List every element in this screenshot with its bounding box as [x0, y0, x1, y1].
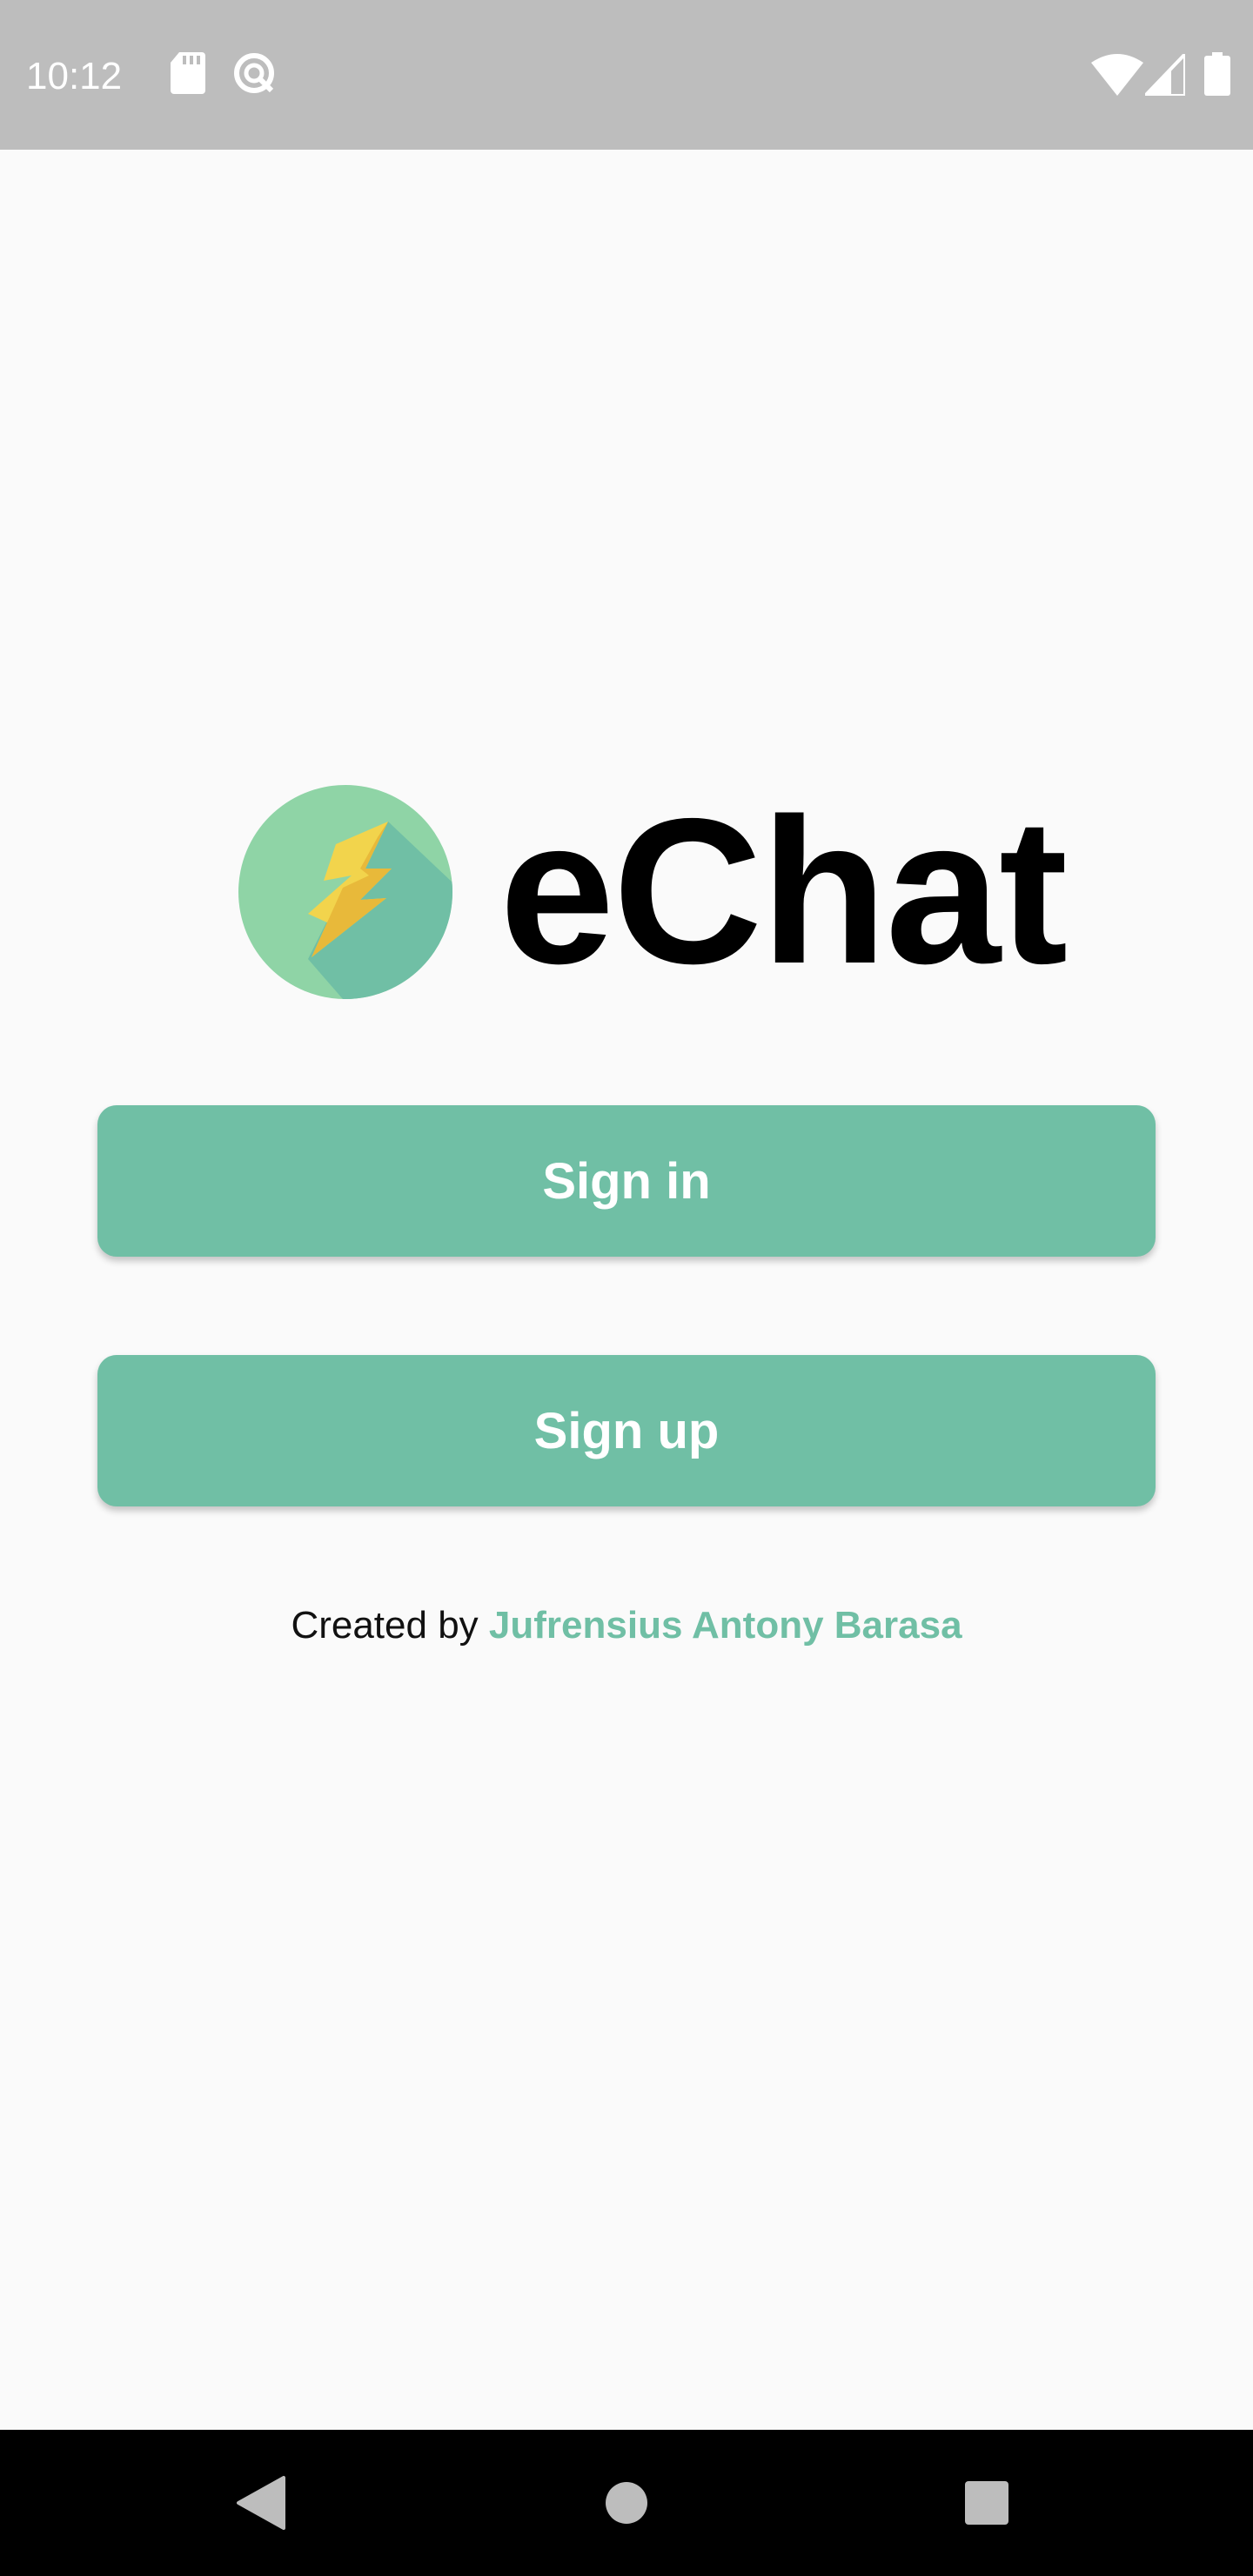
system-nav-bar [0, 2430, 1253, 2576]
sign-in-button[interactable]: Sign in [97, 1105, 1156, 1257]
credit-prefix: Created by [291, 1604, 479, 1647]
app-logo: eChat [238, 785, 1068, 999]
sign-in-label: Sign in [542, 1152, 711, 1210]
sign-up-button[interactable]: Sign up [97, 1355, 1156, 1506]
credit-line: Created by Jufrensius Antony Barasa [0, 1600, 1253, 1652]
recents-icon [965, 2481, 1008, 2525]
author-link[interactable]: Jufrensius Antony Barasa [489, 1604, 962, 1647]
battery-icon [1204, 52, 1230, 96]
sign-up-label: Sign up [533, 1402, 720, 1459]
data-saver-icon [234, 53, 274, 93]
status-bar: 10:12 [0, 0, 1253, 150]
cell-signal-icon [1145, 54, 1185, 96]
back-icon [237, 2476, 285, 2530]
wifi-icon [1091, 54, 1143, 96]
back-button[interactable] [191, 2430, 331, 2576]
home-button[interactable] [557, 2430, 696, 2576]
app-title: eChat [499, 776, 1068, 1007]
sd-card-icon [171, 52, 205, 94]
status-time: 10:12 [26, 55, 123, 97]
lightning-bolt-icon [238, 785, 452, 999]
home-icon [606, 2482, 647, 2524]
recents-button[interactable] [917, 2430, 1056, 2576]
